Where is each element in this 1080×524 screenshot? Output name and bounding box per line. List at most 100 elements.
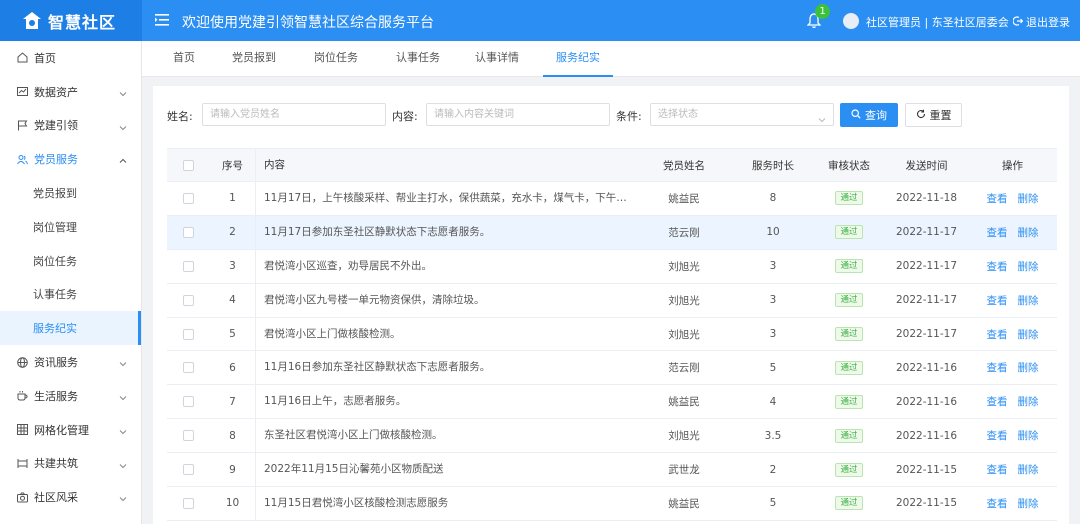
- name-filter-label: 姓名:: [167, 110, 193, 123]
- view-link[interactable]: 查看: [987, 362, 1008, 374]
- chart-icon: [17, 86, 28, 97]
- row-actions: 查看 删除: [968, 394, 1057, 409]
- row-date: 2022-11-17: [895, 226, 958, 239]
- delete-link[interactable]: 删除: [1018, 430, 1039, 442]
- sidebar-subitem-claim-tasks[interactable]: 认事任务: [0, 278, 141, 312]
- view-link[interactable]: 查看: [987, 227, 1008, 239]
- delete-link[interactable]: 删除: [1018, 362, 1039, 374]
- table-row: 5 君悦湾小区上门做核酸检测。 刘旭光 3 通过 2022-11-17 查看 删除: [167, 317, 1057, 352]
- row-actions: 查看 删除: [968, 428, 1057, 443]
- condition-select-placeholder: 选择状态: [658, 109, 698, 120]
- sidebar-item-info-service[interactable]: 资讯服务: [0, 345, 141, 379]
- row-checkbox[interactable]: [183, 497, 194, 509]
- view-link[interactable]: 查看: [987, 430, 1008, 442]
- row-status-cell: 通过: [813, 360, 885, 375]
- row-no: 9: [229, 463, 236, 476]
- tab-post-tasks[interactable]: 岗位任务: [308, 41, 364, 77]
- user-info[interactable]: 社区管理员 | 东圣社区居委会: [866, 14, 1009, 30]
- sidebar-item-data-assets[interactable]: 数据资产: [0, 75, 141, 109]
- sidebar-item-party-building[interactable]: 党建引领: [0, 109, 141, 143]
- row-select-cell: [167, 192, 210, 204]
- menu-toggle-icon[interactable]: [155, 13, 169, 27]
- view-link[interactable]: 查看: [987, 193, 1008, 205]
- view-link[interactable]: 查看: [987, 295, 1008, 307]
- tab-home[interactable]: 首页: [164, 41, 204, 77]
- sidebar-subitem-service-records[interactable]: 服务纪实: [0, 311, 141, 346]
- sidebar-item-community-style[interactable]: 社区风采: [0, 480, 141, 514]
- table-row: 8 东圣社区君悦湾小区上门做核酸检测。 刘旭光 3.5 通过 2022-11-16 查看 删除: [167, 419, 1057, 454]
- sidebar-item-grid-management[interactable]: 网格化管理: [0, 413, 141, 447]
- delete-link[interactable]: 删除: [1018, 498, 1039, 510]
- delete-link[interactable]: 删除: [1018, 329, 1039, 341]
- row-actions: 查看 删除: [968, 360, 1057, 375]
- view-link[interactable]: 查看: [987, 261, 1008, 273]
- row-date: 2022-11-17: [895, 328, 958, 340]
- tab-claim-details[interactable]: 认事详情: [469, 41, 525, 77]
- row-checkbox[interactable]: [183, 464, 194, 476]
- row-member-name: 刘旭光: [668, 260, 700, 273]
- row-member-name: 范云刚: [668, 226, 700, 239]
- row-select-cell: [167, 328, 210, 340]
- row-actions: 查看 删除: [968, 259, 1057, 274]
- sidebar-subitem-member-checkin[interactable]: 党员报到: [0, 176, 141, 210]
- tab-member-checkin[interactable]: 党员报到: [226, 41, 282, 77]
- table-row: 7 11月16日上午，志愿者服务。 姚益民 4 通过 2022-11-16 查看 删除: [167, 385, 1057, 420]
- tab-bar: 首页 党员报到 岗位任务 认事任务 认事详情 服务纪实: [142, 41, 1080, 77]
- row-select-cell: [167, 430, 210, 442]
- row-select-cell: [167, 294, 210, 306]
- name-filter-input[interactable]: 请输入党员姓名: [202, 103, 386, 126]
- view-link[interactable]: 查看: [987, 396, 1008, 408]
- row-hours: 10: [766, 226, 780, 239]
- table-row: 4 君悦湾小区九号楼一单元物资保供，清除垃圾。 刘旭光 3 通过 2022-11-17 查看…: [167, 283, 1057, 318]
- row-status-cell: 通过: [813, 428, 885, 443]
- row-checkbox[interactable]: [183, 260, 194, 272]
- delete-link[interactable]: 删除: [1018, 261, 1039, 273]
- row-no: 2: [229, 226, 236, 239]
- logo[interactable]: 智慧社区: [0, 0, 142, 41]
- row-no: 1: [229, 192, 236, 205]
- sidebar-subitem-post-tasks[interactable]: 岗位任务: [0, 244, 141, 278]
- view-link[interactable]: 查看: [987, 498, 1008, 510]
- sidebar-item-home[interactable]: 首页: [0, 41, 141, 75]
- table-row: 2 11月17日参加东圣社区静默状态下志愿者服务。 范云刚 10 通过 2022-11-1…: [167, 215, 1057, 250]
- row-date: 2022-11-16: [895, 395, 958, 408]
- tab-claim-tasks[interactable]: 认事任务: [390, 41, 446, 77]
- top-bar: 智慧社区 欢迎使用党建引领智慧社区综合服务平台 1 社区管理员 | 东圣社区居委…: [0, 0, 1080, 41]
- row-checkbox[interactable]: [183, 294, 194, 306]
- row-checkbox[interactable]: [183, 192, 194, 204]
- header-hours: 服务时长: [752, 159, 794, 172]
- sidebar-item-life-service[interactable]: 生活服务: [0, 379, 141, 413]
- row-status-cell: 通过: [813, 462, 885, 477]
- row-status-cell: 通过: [813, 293, 885, 308]
- delete-link[interactable]: 删除: [1018, 193, 1039, 205]
- refresh-icon: [916, 109, 926, 122]
- view-link[interactable]: 查看: [987, 329, 1008, 341]
- row-checkbox[interactable]: [183, 226, 194, 238]
- row-member-name: 刘旭光: [668, 430, 700, 443]
- select-all-checkbox[interactable]: [183, 159, 194, 171]
- avatar[interactable]: [843, 13, 859, 29]
- row-checkbox[interactable]: [183, 396, 194, 408]
- delete-link[interactable]: 删除: [1018, 227, 1039, 239]
- view-link[interactable]: 查看: [987, 464, 1008, 476]
- row-checkbox[interactable]: [183, 362, 194, 374]
- sidebar-item-label: 网格化管理: [34, 423, 89, 437]
- tab-service-records[interactable]: 服务纪实: [543, 41, 613, 77]
- row-no: 10: [225, 497, 240, 510]
- query-button[interactable]: 查询: [840, 103, 898, 127]
- condition-select[interactable]: 选择状态: [650, 103, 834, 126]
- delete-link[interactable]: 删除: [1018, 295, 1039, 307]
- row-date: 2022-11-16: [895, 361, 958, 374]
- reset-button[interactable]: 重置: [905, 103, 962, 127]
- sidebar-subitem-post-management[interactable]: 岗位管理: [0, 210, 141, 244]
- row-checkbox[interactable]: [183, 430, 194, 442]
- content-filter-input[interactable]: 请输入内容关键词: [426, 103, 610, 126]
- row-checkbox[interactable]: [183, 328, 194, 340]
- sidebar-item-member-service[interactable]: 党员服务: [0, 142, 141, 176]
- sidebar-item-co-construction[interactable]: 共建共筑: [0, 447, 141, 481]
- delete-link[interactable]: 删除: [1018, 464, 1039, 476]
- table-header: 序号 内容 党员姓名 服务时长 审核状态 发送时间 操作: [167, 149, 1057, 182]
- delete-link[interactable]: 删除: [1018, 396, 1039, 408]
- logout-button[interactable]: 退出登录: [1012, 14, 1070, 30]
- header-no: 序号: [222, 159, 243, 172]
